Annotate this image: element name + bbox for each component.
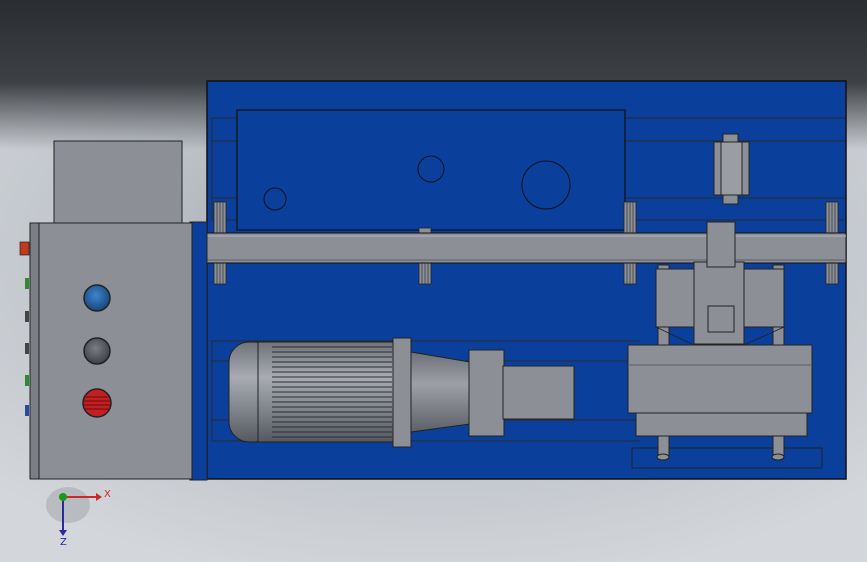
graphics-viewport[interactable]: X Z	[0, 0, 867, 562]
coupling-housing	[468, 349, 505, 437]
control-box-top-cover	[53, 140, 183, 225]
stop-button[interactable]	[83, 337, 111, 365]
crossbar-beam[interactable]	[206, 232, 847, 264]
control-box-mount	[189, 221, 208, 481]
output-shaft-block	[502, 365, 575, 420]
emergency-button[interactable]	[82, 388, 112, 418]
control-box[interactable]	[19, 140, 208, 481]
control-box-body	[37, 222, 193, 480]
gearbox-housing[interactable]	[236, 109, 626, 231]
motor-flange	[392, 337, 412, 448]
motor-adapter-cone	[410, 351, 471, 433]
y-axis-dot	[59, 493, 67, 501]
cad-model-view[interactable]: X Z	[0, 0, 867, 562]
control-box-side-rail	[29, 222, 40, 480]
start-button[interactable]	[83, 284, 111, 312]
triad-z-label: Z	[60, 537, 67, 548]
coupling-block[interactable]	[713, 133, 750, 205]
side-indicators	[19, 241, 30, 416]
triad-x-label: X	[104, 489, 111, 500]
view-orientation-triad[interactable]: X Z	[46, 487, 111, 548]
